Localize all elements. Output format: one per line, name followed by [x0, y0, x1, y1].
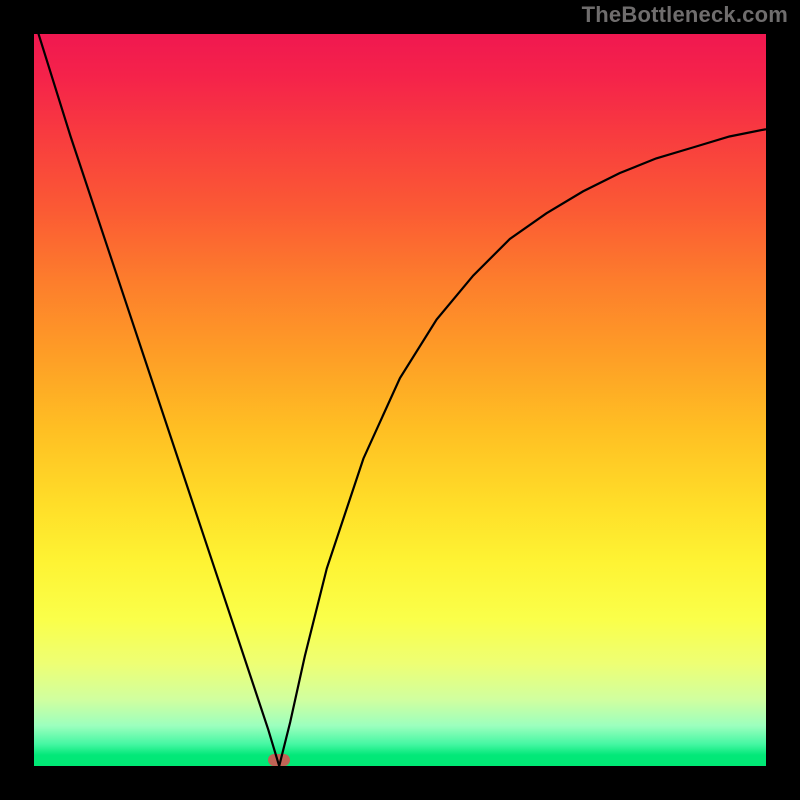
bottleneck-curve: [34, 34, 766, 766]
chart-frame: TheBottleneck.com: [0, 0, 800, 800]
plot-area: [34, 34, 766, 766]
watermark-text: TheBottleneck.com: [582, 2, 788, 28]
